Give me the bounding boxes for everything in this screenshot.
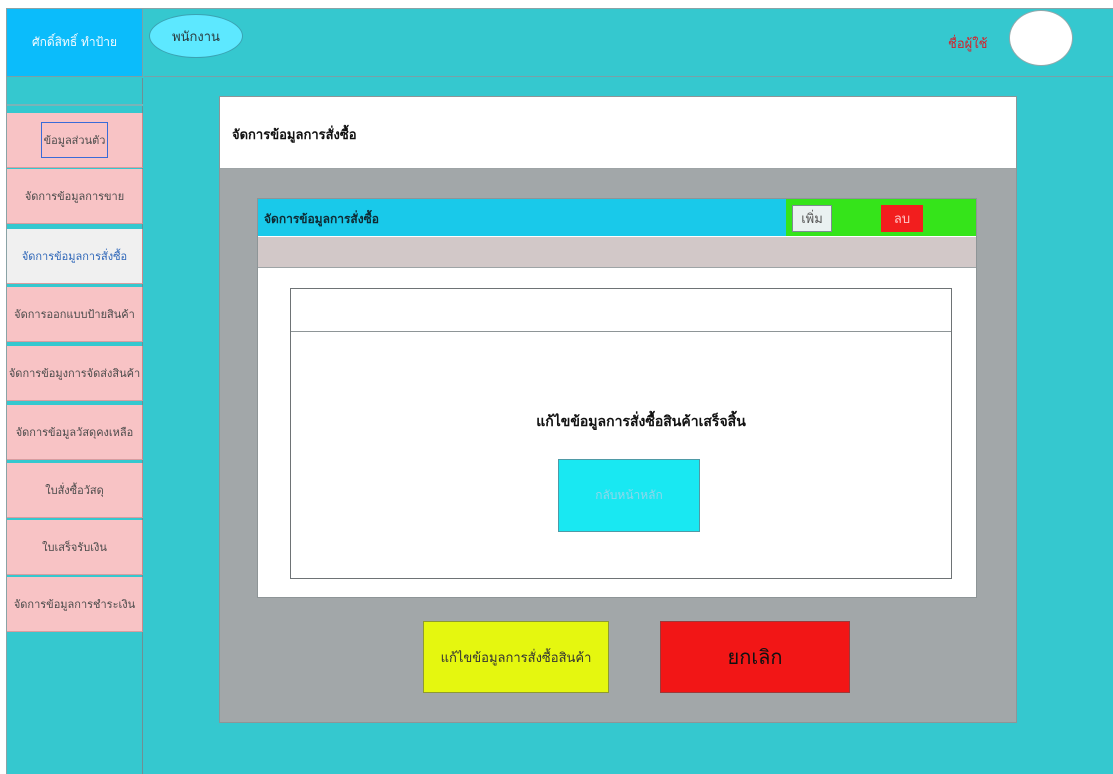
sidebar-item-purchase-orders[interactable]: จัดการข้อมูลการสั่งซื้อ (7, 229, 143, 284)
sidebar-item-delivery[interactable]: จัดการข้อมูงการจัดส่งสินค้า (7, 346, 143, 401)
sidebar-item-stock[interactable]: จัดการข้อมูลวัสดุคงเหลือ (7, 405, 143, 460)
section-header: จัดการข้อมูลการสั่งซื้อ เพิ่ม ลบ (258, 199, 976, 236)
action-toolbar: เพิ่ม ลบ (786, 199, 976, 236)
edit-order-button[interactable]: แก้ไขข้อมูลการสั่งซื้อสินค้า (423, 621, 609, 693)
sidebar-item-label: ใบสั่งซื้อวัสดุ (45, 484, 104, 497)
sidebar-item-label: จัดการข้อมูลการชำระเงิน (13, 598, 136, 611)
delete-button[interactable]: ลบ (881, 205, 923, 232)
sidebar-item-sales[interactable]: จัดการข้อมูลการขาย (7, 169, 143, 224)
username-label: ชื่อผู้ใช้ (948, 37, 988, 52)
sidebar-item-payment[interactable]: จัดการข้อมูลการชำระเงิน (7, 577, 143, 632)
brand-name: ศักดิ์สิทธิ์ ทำป้าย (31, 35, 118, 49)
panel-header: จัดการข้อมูลการสั่งซื้อ (220, 97, 1016, 169)
sidebar-item-label: ข้อมูลส่วนตัว (40, 122, 109, 158)
brand-logo[interactable]: ศักดิ์สิทธิ์ ทำป้าย (7, 9, 143, 77)
order-manager: จัดการข้อมูลการสั่งซื้อ เพิ่ม ลบ แก้ไขข้… (257, 198, 977, 598)
section-title: จัดการข้อมูลการสั่งซื้อ (264, 212, 379, 226)
sidebar-item-label: จัดการข้อมูงการจัดส่งสินค้า (8, 367, 141, 380)
back-to-home-button[interactable]: กลับหน้าหลัก (558, 459, 700, 532)
avatar[interactable] (1009, 10, 1073, 66)
sidebar-item-label: จัดการข้อมูลวัสดุคงเหลือ (15, 426, 134, 439)
sidebar-item-receipt[interactable]: ใบเสร็จรับเงิน (7, 520, 143, 575)
sidebar-item-label: จัดการข้อมูลการสั่งซื้อ (21, 250, 128, 263)
cancel-button[interactable]: ยกเลิก (660, 621, 850, 693)
success-message: แก้ไขข้อมูลการสั่งซื้อสินค้าเสร็จสิ้น (536, 414, 746, 430)
section-subheader (258, 237, 976, 268)
sidebar-item-material-order[interactable]: ใบสั่งซื้อวัสดุ (7, 463, 143, 518)
add-button[interactable]: เพิ่ม (792, 205, 832, 232)
main-panel: จัดการข้อมูลการสั่งซื้อ จัดการข้อมูลการส… (219, 96, 1017, 723)
role-badge[interactable]: พนักงาน (149, 14, 243, 58)
sidebar-divider (7, 104, 143, 110)
sidebar: ข้อมูลส่วนตัว จัดการข้อมูลการขาย จัดการข… (7, 78, 143, 774)
sidebar-item-personal-info[interactable]: ข้อมูลส่วนตัว (7, 113, 143, 168)
sidebar-item-label: ใบเสร็จรับเงิน (42, 541, 107, 554)
sidebar-item-label: จัดการข้อมูลการขาย (24, 190, 125, 203)
sidebar-item-sign-design[interactable]: จัดการออกแบบป้ายสินค้า (7, 287, 143, 342)
success-dialog: แก้ไขข้อมูลการสั่งซื้อสินค้าเสร็จสิ้น กล… (290, 288, 952, 579)
page-title: จัดการข้อมูลการสั่งซื้อ (232, 128, 357, 143)
sidebar-item-label: จัดการออกแบบป้ายสินค้า (14, 308, 135, 321)
dialog-header (291, 289, 951, 332)
top-bar: พนักงาน ชื่อผู้ใช้ (144, 9, 1113, 77)
